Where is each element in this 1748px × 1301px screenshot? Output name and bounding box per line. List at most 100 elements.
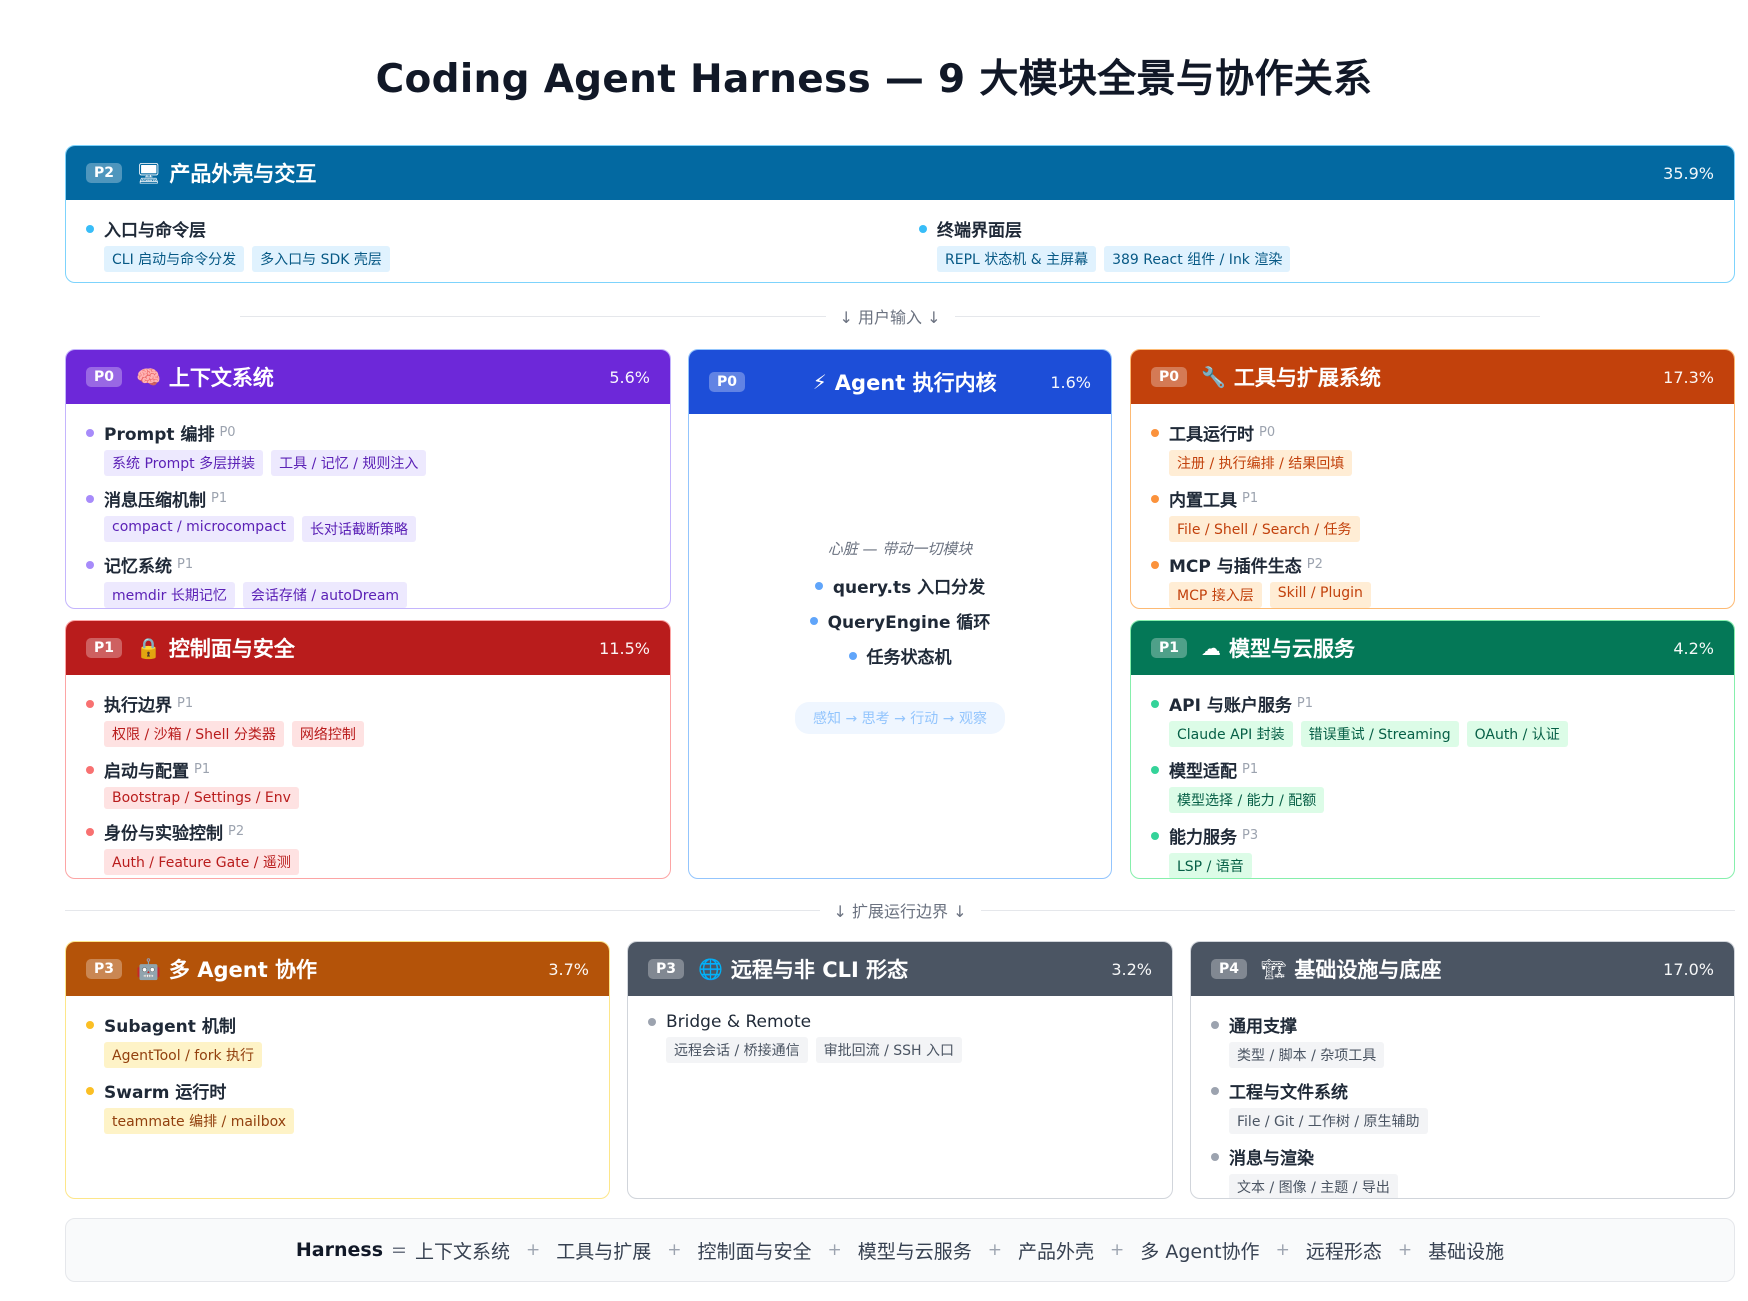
bullet-icon: [86, 699, 94, 708]
bullet-icon: [1151, 428, 1159, 437]
module-percent: 4.2%: [1673, 638, 1714, 658]
item-name: MCP 与插件生态: [1169, 557, 1302, 577]
tag: teammate 编排 / mailbox: [104, 1108, 295, 1134]
item-name: 任务状态机: [866, 648, 952, 668]
module-context-system: P0 🧠 上下文系统 5.6% Prompt 编排 P0 系统 Prompt 多层…: [65, 349, 671, 609]
level-label: P2: [228, 824, 245, 839]
formula-plus: +: [525, 1240, 541, 1260]
module-agent-core: P0 ⚡ Agent 执行内核 1.6% 心脏 — 带动一切模块 query.t…: [688, 349, 1112, 879]
bullet-icon: [1151, 831, 1159, 840]
list-item: 记忆系统 P1 memdir 长期记忆 会话存储 / autoDream: [86, 552, 650, 608]
level-label: P1: [177, 557, 194, 572]
cloud-icon: ☁: [1201, 636, 1222, 660]
core-subtitle: 心脏 — 带动一切模块: [827, 540, 973, 558]
tag: 类型 / 脚本 / 杂项工具: [1229, 1042, 1385, 1068]
priority-badge: P2: [86, 163, 123, 183]
formula-term: 基础设施: [1428, 1240, 1505, 1263]
divider-extend: ↓ 扩展运行边界 ↓: [65, 896, 1735, 924]
agent-loop-pill: 感知 → 思考 → 行动 → 观察: [795, 702, 1005, 734]
harness-formula: Harness = 上下文系统 + 工具与扩展 + 控制面与安全 + 模型与云服…: [65, 1218, 1735, 1282]
list-item: 身份与实验控制 P2 Auth / Feature Gate / 遥测: [86, 819, 650, 875]
module-header: P2 🖥 产品外壳与交互 35.9%: [66, 146, 1734, 200]
module-tools-extension: P0 🔧 工具与扩展系统 17.3% 工具运行时 P0 注册 / 执行编排 / 结…: [1130, 349, 1735, 609]
level-label: P0: [1259, 425, 1276, 440]
module-percent: 17.3%: [1663, 367, 1714, 387]
tag: MCP 接入层: [1169, 582, 1262, 608]
tag: 工具 / 记忆 / 规则注入: [271, 450, 427, 476]
level-label: P1: [194, 762, 211, 777]
module-percent: 3.2%: [1111, 959, 1152, 979]
module-remote: P3 🌐 远程与非 CLI 形态 3.2% Bridge & Remote 远程…: [627, 941, 1173, 1199]
module-title: 工具与扩展系统: [1233, 366, 1381, 390]
level-label: P1: [211, 491, 228, 506]
tag: memdir 长期记忆: [104, 582, 235, 608]
module-title: 上下文系统: [168, 366, 274, 390]
module-multi-agent: P3 🤖 多 Agent 协作 3.7% Subagent 机制 AgentTo…: [65, 941, 610, 1199]
bullet-icon: [648, 1018, 656, 1026]
module-title: 基础设施与底座: [1294, 958, 1442, 982]
bullet-icon: [1151, 699, 1159, 708]
module-title: 控制面与安全: [168, 637, 295, 661]
list-item: 消息压缩机制 P1 compact / microcompact 长对话截断策略: [86, 486, 650, 542]
tag: 文本 / 图像 / 主题 / 导出: [1229, 1174, 1398, 1198]
bullet-icon: [919, 224, 927, 233]
list-item: 入口与命令层 CLI 启动与命令分发 多入口与 SDK 壳层: [86, 216, 919, 272]
item-name: 身份与实验控制: [104, 824, 223, 844]
bullet-icon: [86, 224, 94, 233]
bullet-icon: [1211, 1020, 1219, 1029]
bullet-icon: [814, 581, 823, 590]
level-label: P1: [1242, 762, 1259, 777]
item-name: query.ts 入口分发: [832, 578, 986, 598]
bullet-icon: [86, 428, 94, 437]
priority-badge: P3: [86, 959, 123, 979]
tag: compact / microcompact: [104, 516, 294, 542]
list-item: Prompt 编排 P0 系统 Prompt 多层拼装 工具 / 记忆 / 规则注入: [86, 420, 650, 476]
item-name: Subagent 机制: [104, 1017, 236, 1037]
priority-badge: P0: [1151, 367, 1188, 387]
bullet-icon: [86, 1020, 94, 1029]
diagram-title: Coding Agent Harness — 9 大模块全景与协作关系: [375, 57, 1373, 102]
module-control-security: P1 🔒 控制面与安全 11.5% 执行边界 P1 权限 / 沙箱 / Shell…: [65, 620, 671, 879]
module-product-shell: P2 🖥 产品外壳与交互 35.9% 入口与命令层 CLI 启动与命令分发 多入…: [65, 145, 1735, 283]
bullet-icon: [1151, 494, 1159, 503]
tag: Auth / Feature Gate / 遥测: [104, 849, 299, 875]
tag: 网络控制: [291, 721, 364, 747]
priority-badge: P0: [709, 372, 746, 392]
tag: File / Shell / Search / 任务: [1169, 516, 1360, 542]
list-item: QueryEngine 循环: [809, 608, 990, 633]
module-model-cloud: P1 ☁ 模型与云服务 4.2% API 与账户服务 P1 Claude API …: [1130, 620, 1735, 879]
formula-term: 上下文系统: [414, 1240, 510, 1263]
item-name: 执行边界: [104, 696, 172, 716]
priority-badge: P0: [86, 367, 123, 387]
list-item: 终端界面层 REPL 状态机 & 主屏幕 389 React 组件 / Ink …: [919, 216, 1291, 272]
brain-icon: 🧠: [136, 365, 161, 389]
tag: 会话存储 / autoDream: [242, 582, 408, 608]
item-name: 消息与渲染: [1229, 1149, 1314, 1169]
module-infrastructure: P4 🏗 基础设施与底座 17.0% 通用支撑 类型 / 脚本 / 杂项工具 工…: [1190, 941, 1735, 1199]
module-title: 模型与云服务: [1229, 637, 1356, 661]
globe-icon: 🌐: [698, 957, 723, 981]
bullet-icon: [86, 494, 94, 503]
tag: 系统 Prompt 多层拼装: [104, 450, 264, 476]
module-percent: 5.6%: [609, 367, 650, 387]
level-label: P3: [1242, 828, 1259, 843]
tag: OAuth / 认证: [1466, 721, 1568, 747]
robot-icon: 🤖: [136, 957, 161, 981]
item-name: 记忆系统: [104, 557, 172, 577]
monitor-icon: 🖥: [136, 161, 162, 185]
tag: 389 React 组件 / Ink 渲染: [1104, 246, 1291, 272]
list-item: MCP 与插件生态 P2 MCP 接入层 Skill / Plugin: [1151, 552, 1714, 608]
formula-term: 远程形态: [1305, 1240, 1382, 1263]
list-item: 执行边界 P1 权限 / 沙箱 / Shell 分类器 网络控制: [86, 691, 650, 747]
item-name: API 与账户服务: [1169, 696, 1292, 716]
level-label: P1: [1296, 696, 1313, 711]
formula-term: 产品外壳: [1018, 1240, 1095, 1263]
module-percent: 17.0%: [1663, 959, 1714, 979]
formula-plus: +: [1110, 1240, 1125, 1260]
level-label: P2: [1306, 557, 1323, 572]
list-item: Swarm 运行时 teammate 编排 / mailbox: [86, 1078, 589, 1134]
item-name: 工具运行时: [1169, 425, 1254, 445]
list-item: 通用支撑 类型 / 脚本 / 杂项工具: [1211, 1012, 1714, 1068]
module-percent: 3.7%: [548, 959, 589, 979]
list-item: 启动与配置 P1 Bootstrap / Settings / Env: [86, 757, 650, 809]
